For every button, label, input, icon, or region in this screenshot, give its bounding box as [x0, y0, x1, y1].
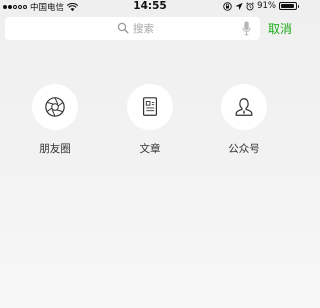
search-shortcuts: 朋友圈 文章 公众号: [0, 84, 300, 164]
shortcut-official-accounts[interactable]: 公众号: [209, 84, 279, 156]
orientation-lock-icon: [223, 1, 232, 11]
status-bar-right: 91%: [223, 1, 299, 11]
shortcut-moments-circle: [32, 84, 78, 130]
cancel-button[interactable]: 取消: [268, 20, 292, 37]
search-icon: [117, 22, 129, 34]
shortcut-official-accounts-circle: [221, 84, 267, 130]
shortcut-articles-label: 文章: [139, 143, 161, 155]
battery-percentage: 91%: [257, 1, 276, 11]
official-account-icon: [235, 98, 253, 116]
shortcut-moments-label: 朋友圈: [39, 143, 71, 155]
battery-icon: [279, 2, 299, 10]
shortcut-moments[interactable]: 朋友圈: [20, 84, 90, 156]
shortcut-official-accounts-label: 公众号: [228, 143, 260, 155]
search-input[interactable]: 搜索: [5, 17, 260, 40]
shortcut-articles-circle: [127, 84, 173, 130]
status-bar: 中国电信 14:55 91%: [0, 0, 300, 14]
alarm-clock-icon: [246, 1, 254, 10]
article-icon: [142, 97, 158, 116]
location-arrow-icon: [235, 2, 243, 10]
microphone-icon[interactable]: [242, 21, 251, 36]
battery-level-fill: [281, 4, 294, 8]
search-bar: 搜索 取消: [0, 17, 300, 41]
search-placeholder: 搜索: [133, 23, 154, 35]
moments-aperture-icon: [45, 97, 65, 117]
shortcut-articles[interactable]: 文章: [115, 84, 185, 156]
